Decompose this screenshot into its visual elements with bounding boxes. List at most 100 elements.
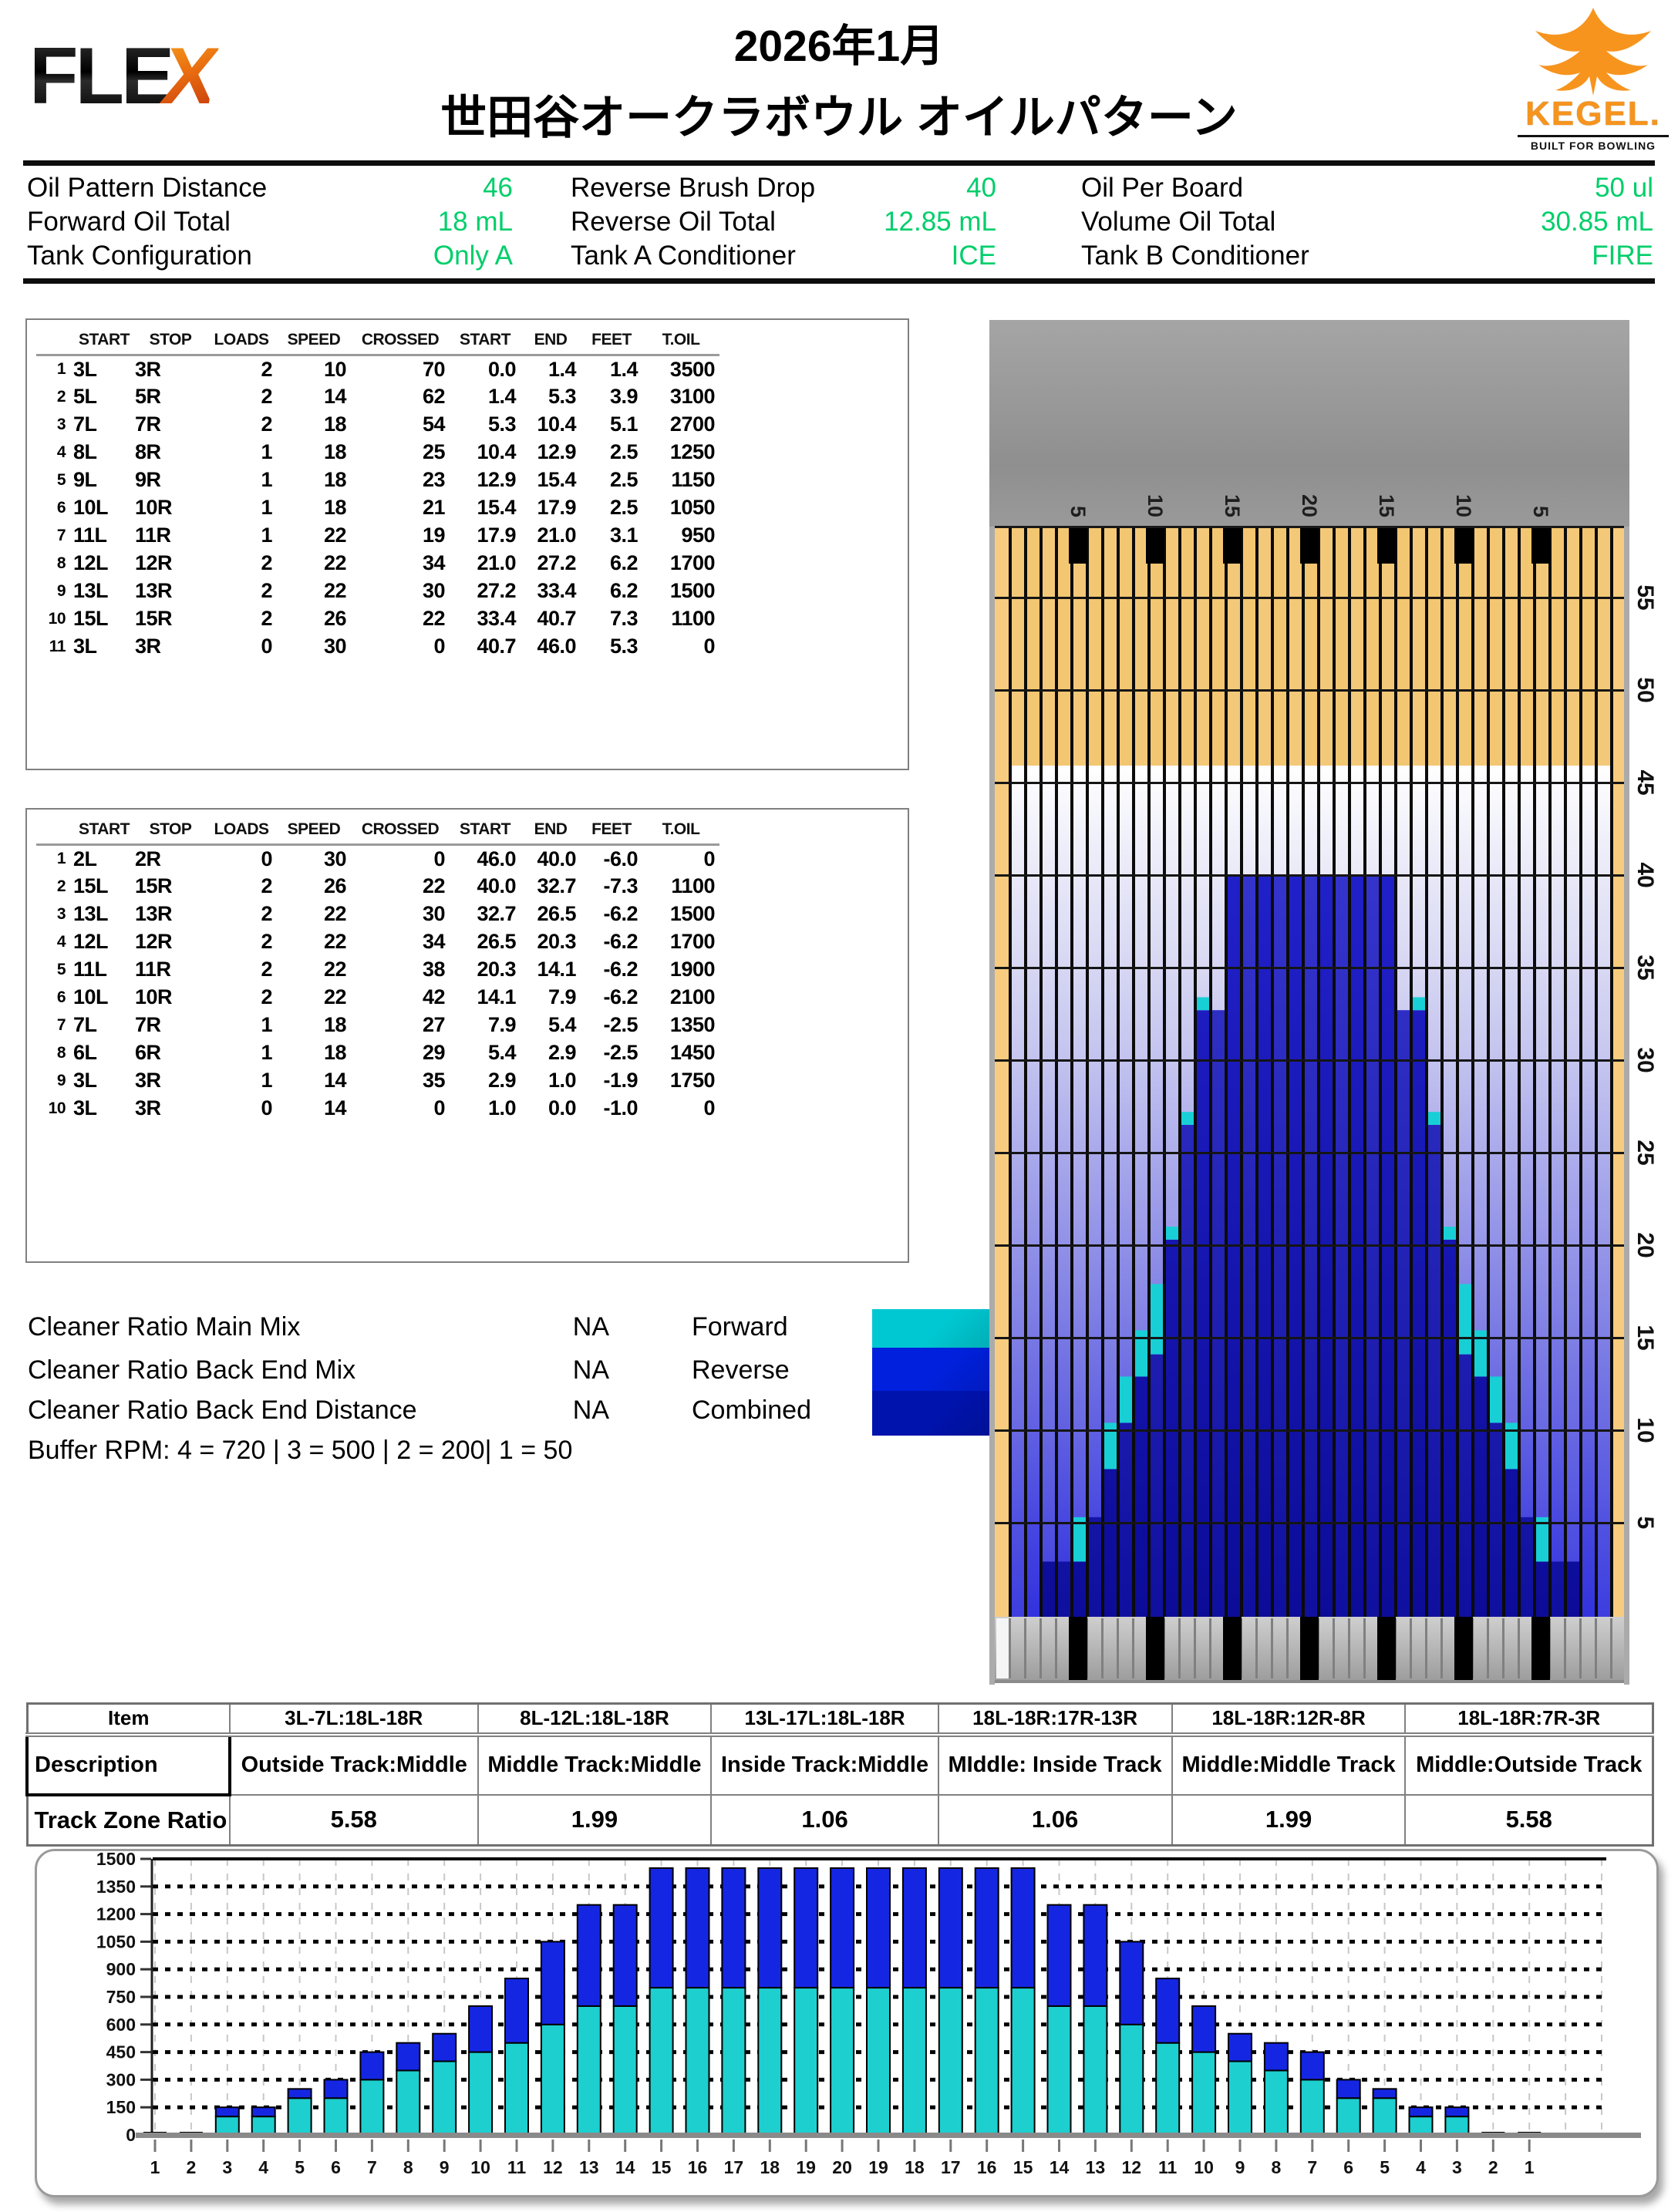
svg-text:2: 2 bbox=[1488, 2157, 1498, 2177]
table-cell: 22 bbox=[323, 524, 347, 547]
zone-table-row: Item 3L-7L:18L-18R 8L-12L:18L-18R 13L-17L:1… bbox=[26, 1702, 1654, 1737]
svg-text:4: 4 bbox=[258, 2157, 268, 2177]
table-cell: 2 bbox=[261, 874, 272, 897]
info-column-2: Reverse Brush Drop 40 Reverse Oil Total … bbox=[571, 167, 996, 278]
table-cell: 2700 bbox=[669, 412, 716, 436]
table-cell: 1 bbox=[261, 1069, 272, 1092]
svg-text:19: 19 bbox=[868, 2157, 888, 2177]
table-cell: 6 bbox=[56, 988, 66, 1006]
table-cell: 2.5 bbox=[609, 468, 639, 491]
table-cell: 1 bbox=[261, 496, 272, 519]
table-cell: 9L bbox=[73, 468, 97, 491]
title-center-name: 世田谷オークラボウル オイルパターン bbox=[440, 92, 1238, 143]
svg-text:2: 2 bbox=[187, 2157, 197, 2177]
table-cell: 5.3 bbox=[609, 635, 639, 658]
table-row: 7 7L 7R 1 18 27 7.9 5.4 -2.5 1350 bbox=[36, 1012, 719, 1039]
table-cell: 10L bbox=[73, 985, 109, 1008]
table-row: 9 13L 13R 2 22 30 27.2 33.4 6.2 1500 bbox=[36, 577, 719, 605]
table-cell: 3L bbox=[73, 1069, 97, 1092]
table-cell: 33.4 bbox=[537, 579, 576, 602]
info-value: 30.85 mL bbox=[1541, 207, 1653, 237]
info-value: 50 ul bbox=[1595, 173, 1653, 203]
table-cell: 17.9 bbox=[537, 496, 576, 519]
table-cell: 26.5 bbox=[477, 930, 516, 953]
table-cell: 12L bbox=[73, 930, 109, 953]
svg-text:14: 14 bbox=[1050, 2157, 1070, 2177]
table-cell: 10.4 bbox=[477, 440, 516, 463]
table-cell: 14 bbox=[323, 1096, 347, 1119]
table-cell: 2.5 bbox=[609, 496, 639, 519]
table-cell: 21.0 bbox=[537, 524, 576, 547]
table-cell: 22 bbox=[323, 551, 347, 574]
info-label: Tank B Conditioner bbox=[1081, 241, 1309, 271]
table-cell: 18 bbox=[323, 1041, 347, 1064]
info-label: Oil Per Board bbox=[1081, 173, 1244, 203]
table-cell: 3500 bbox=[669, 357, 716, 381]
title-month: 2026年1月 bbox=[733, 22, 945, 71]
cleaner-ratio-value: NA bbox=[572, 1355, 609, 1385]
cleaner-ratio-label: Cleaner Ratio Back End Distance bbox=[28, 1396, 417, 1425]
svg-text:5: 5 bbox=[1380, 2157, 1390, 2177]
forward-loads-panel: START STOP LOADS SPEED CROSSED START END FEET T.… bbox=[25, 318, 909, 770]
table-cell: -6.2 bbox=[603, 958, 638, 981]
svg-text:15: 15 bbox=[1375, 494, 1398, 517]
zone-table-row: Track Zone Ratio 5.58 1.99 1.06 1.06 1.99 5.58 bbox=[26, 1793, 1654, 1847]
table-cell: 0 bbox=[433, 847, 445, 870]
table-cell: 12R bbox=[135, 551, 173, 574]
svg-text:8: 8 bbox=[1272, 2157, 1282, 2177]
table-row: 3 13L 13R 2 22 30 32.7 26.5 -6.2 1500 bbox=[36, 901, 719, 928]
zone-table-cell: Inside Track:Middle bbox=[710, 1733, 939, 1796]
table-cell: 13L bbox=[73, 902, 109, 925]
info-value: 40 bbox=[966, 173, 996, 203]
zone-table-cell: 18L-18R:17R-13R bbox=[937, 1702, 1173, 1737]
svg-text:450: 450 bbox=[106, 2042, 136, 2062]
svg-text:900: 900 bbox=[106, 1959, 136, 1979]
kegel-logo-text: KEGEL. bbox=[1525, 95, 1661, 133]
svg-text:1: 1 bbox=[150, 2157, 160, 2177]
table-cell: 42 bbox=[422, 985, 446, 1008]
table-cell: 19 bbox=[422, 524, 446, 547]
table-cell: 62 bbox=[422, 385, 446, 408]
info-column-3: Oil Per Board 50 ul Volume Oil Total 30.… bbox=[1081, 167, 1653, 278]
table-cell: 7L bbox=[73, 1013, 97, 1036]
table-cell: 3L bbox=[73, 357, 97, 381]
forward-loads-table: START STOP LOADS SPEED CROSSED START END FEET T.… bbox=[36, 328, 719, 661]
table-cell: 1.4 bbox=[609, 357, 639, 381]
table-cell: 27 bbox=[422, 1013, 446, 1036]
table-cell: 33.4 bbox=[477, 607, 516, 630]
table-row: 3 7L 7R 2 18 54 5.3 10.4 5.1 2700 bbox=[36, 411, 719, 439]
table-cell: 12.9 bbox=[477, 468, 516, 491]
table-cell: 0.0 bbox=[487, 357, 517, 381]
svg-text:20: 20 bbox=[1298, 494, 1321, 517]
table-cell: 22 bbox=[422, 874, 446, 897]
table-cell: 13L bbox=[73, 579, 109, 602]
table-cell: 9 bbox=[56, 581, 66, 600]
svg-text:8: 8 bbox=[403, 2157, 413, 2177]
table-cell: 4 bbox=[56, 443, 66, 461]
track-zone-ratio-section: Item 3L-7L:18L-18R 8L-12L:18L-18R 13L-17L:1… bbox=[25, 1702, 1654, 1847]
info-value: FIRE bbox=[1592, 241, 1653, 271]
svg-text:25: 25 bbox=[1633, 1140, 1658, 1165]
table-cell: 34 bbox=[422, 551, 446, 574]
table-cell: 32.7 bbox=[537, 874, 576, 897]
info-row: Reverse Oil Total 12.85 mL bbox=[571, 205, 996, 239]
table-cell: 10 bbox=[48, 1099, 66, 1117]
table-cell: 2R bbox=[135, 847, 161, 870]
table-cell: 1750 bbox=[669, 1069, 716, 1092]
table-cell: 7.9 bbox=[548, 985, 577, 1008]
table-cell: 22 bbox=[323, 958, 347, 981]
zone-table-cell: 1.99 bbox=[1171, 1793, 1407, 1847]
table-cell: 2 bbox=[261, 412, 272, 436]
table-row: 2 5L 5R 2 14 62 1.4 5.3 3.9 3100 bbox=[36, 383, 719, 411]
table-cell: 0 bbox=[261, 635, 272, 658]
table-cell: 29 bbox=[422, 1041, 446, 1064]
table-cell: -6.2 bbox=[603, 930, 638, 953]
table-cell: 11L bbox=[73, 958, 107, 981]
table-cell: 18 bbox=[323, 1013, 347, 1036]
table-cell: 46.0 bbox=[477, 847, 516, 870]
table-cell: 9 bbox=[56, 1071, 66, 1089]
table-cell: 1.4 bbox=[548, 357, 577, 381]
reverse-loads-table: START STOP LOADS SPEED CROSSED START END FEET T.… bbox=[36, 817, 719, 1123]
table-cell: 1050 bbox=[669, 496, 716, 519]
table-header-row: START STOP LOADS SPEED CROSSED START END FEET T.… bbox=[36, 817, 719, 846]
